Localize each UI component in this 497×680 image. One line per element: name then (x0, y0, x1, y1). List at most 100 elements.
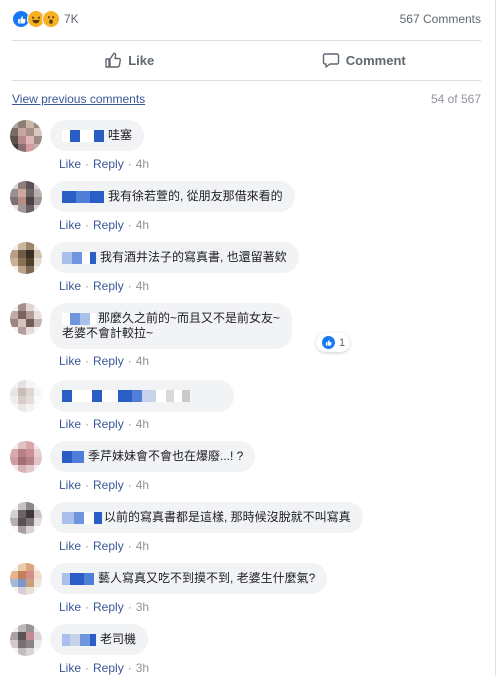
comment-bubble: 我有徐若萱的, 從朋友那借來看的 (50, 181, 295, 212)
comment-button-label: Comment (345, 52, 406, 68)
comment-like-link[interactable]: Like (59, 354, 81, 368)
comment-item: 我有徐若萱的, 從朋友那借來看的 Like · Reply · 4h (8, 181, 481, 237)
wow-icon (42, 10, 60, 28)
comment-timestamp[interactable]: 4h (136, 157, 149, 171)
action-bar: Like Comment (12, 41, 481, 79)
comment-actions: Like · Reply · 3h (59, 600, 150, 614)
like-button[interactable]: Like (12, 41, 247, 79)
comment-item: 老司機 Like · Reply · 3h (8, 624, 481, 680)
like-icon (321, 335, 336, 350)
avatar[interactable] (10, 502, 42, 534)
avatar[interactable] (10, 120, 42, 152)
like-button-label: Like (128, 52, 155, 68)
comment-reply-link[interactable]: Reply (93, 600, 124, 614)
avatar[interactable] (10, 624, 42, 656)
avatar[interactable] (10, 242, 42, 274)
comment-bubble: 我有酒井法子的寫真書, 也還留著欸 (50, 242, 299, 273)
commenter-name[interactable] (62, 312, 96, 325)
comment-text-line-2: 老婆不會計較拉~ (62, 326, 154, 340)
comment-actions: Like · Reply · 4h (59, 218, 150, 232)
comment-reply-link[interactable]: Reply (93, 478, 124, 492)
comment-like-link[interactable]: Like (59, 478, 81, 492)
comment-text: 以前的寫真書都是這樣, 那時候沒脫就不叫寫真 (104, 510, 351, 524)
comments-panel: 7K 567 Comments Like Comment View previo… (0, 0, 496, 676)
comment-actions: Like · Reply · 4h (59, 539, 150, 553)
comment-like-link[interactable]: Like (59, 600, 81, 614)
comment-text: 我有酒井法子的寫真書, 也還留著欸 (100, 250, 287, 264)
comment-bubble: 季芹妹妹會不會也在爆廢...! ? (50, 441, 256, 472)
comment-like-link[interactable]: Like (59, 279, 81, 293)
reactions-summary: 7K 567 Comments (12, 8, 481, 30)
comment-like-link[interactable]: Like (59, 539, 81, 553)
comment-reply-link[interactable]: Reply (93, 218, 124, 232)
comment-actions: Like · Reply · 4h (59, 157, 150, 171)
divider (12, 80, 481, 81)
comment-timestamp[interactable]: 4h (136, 354, 149, 368)
comment-reply-link[interactable]: Reply (93, 661, 124, 675)
comment-item: 藝人寫真又吃不到摸不到, 老婆生什麼氣? Like · Reply · 3h (8, 563, 481, 619)
commenter-name[interactable] (62, 572, 94, 585)
avatar[interactable] (10, 303, 42, 335)
avatar[interactable] (10, 563, 42, 595)
comment-item: Like · Reply · 4h (8, 380, 481, 436)
comment-item: 以前的寫真書都是這樣, 那時候沒脫就不叫寫真 Like · Reply · 4h (8, 502, 481, 558)
comment-button[interactable]: Comment (247, 41, 482, 79)
comment-bubble: 以前的寫真書都是這樣, 那時候沒脫就不叫寫真 (50, 502, 363, 533)
comment-text-line-1: 那麼久之前的~而且又不是前女友~ (98, 311, 281, 325)
comment-timestamp[interactable]: 4h (136, 478, 149, 492)
view-previous-comments-link[interactable]: View previous comments (12, 92, 145, 110)
commenter-name[interactable] (62, 633, 96, 646)
avatar[interactable] (10, 441, 42, 473)
avatar[interactable] (10, 380, 42, 412)
comment-actions: Like · Reply · 3h (59, 661, 150, 675)
comment-like-link[interactable]: Like (59, 157, 81, 171)
thumbs-up-icon (105, 52, 122, 68)
comment-reply-link[interactable]: Reply (93, 354, 124, 368)
comment-item: 我有酒井法子的寫真書, 也還留著欸 Like · Reply · 4h (8, 242, 481, 298)
comment-item: 那麼久之前的~而且又不是前女友~ 老婆不會計較拉~ 1 Like · Reply · 4… (8, 303, 481, 371)
comment-actions: Like · Reply · 4h (59, 354, 150, 368)
comment-timestamp[interactable]: 4h (136, 539, 149, 553)
comment-text: 藝人寫真又吃不到摸不到, 老婆生什麼氣? (98, 571, 316, 585)
comment-reply-link[interactable]: Reply (93, 157, 124, 171)
comment-timestamp[interactable]: 4h (136, 417, 149, 431)
comment-bubble (50, 380, 234, 412)
comment-bubble: 那麼久之前的~而且又不是前女友~ 老婆不會計較拉~ (50, 303, 293, 349)
comment-bubble: 老司機 (50, 624, 149, 655)
comment-item: 季芹妹妹會不會也在爆廢...! ? Like · Reply · 4h (8, 441, 481, 497)
comment-reaction-count: 1 (339, 336, 346, 349)
comment-text: 哇塞 (108, 128, 133, 142)
comment-like-link[interactable]: Like (59, 417, 81, 431)
comments-count[interactable]: 567 Comments (400, 12, 481, 26)
commenter-name[interactable] (62, 129, 104, 142)
reaction-count[interactable]: 7K (64, 12, 79, 26)
comment-bubble: 哇塞 (50, 120, 145, 151)
comment-reaction-badge[interactable]: 1 (316, 333, 351, 352)
comment-reply-link[interactable]: Reply (93, 279, 124, 293)
commenter-name[interactable] (62, 450, 84, 463)
comment-like-link[interactable]: Like (59, 661, 81, 675)
commenter-name[interactable] (62, 251, 96, 264)
comment-timestamp[interactable]: 3h (136, 600, 149, 614)
comment-actions: Like · Reply · 4h (59, 478, 150, 492)
commenter-name[interactable] (62, 190, 104, 203)
avatar[interactable] (10, 181, 42, 213)
commenter-name[interactable] (62, 511, 102, 524)
comment-timestamp[interactable]: 4h (136, 218, 149, 232)
comments-pager-count: 54 of 567 (430, 92, 481, 106)
comment-actions: Like · Reply · 4h (59, 279, 150, 293)
comment-text: 季芹妹妹會不會也在爆廢...! ? (88, 449, 244, 463)
comment-timestamp[interactable]: 4h (136, 279, 149, 293)
comment-reply-link[interactable]: Reply (93, 539, 124, 553)
reaction-icons[interactable]: 7K (12, 10, 79, 28)
comment-bubble: 藝人寫真又吃不到摸不到, 老婆生什麼氣? (50, 563, 328, 594)
comment-text: 老司機 (100, 632, 137, 646)
comment-text: 我有徐若萱的, 從朋友那借來看的 (108, 189, 283, 203)
commenter-name[interactable] (62, 390, 190, 402)
comment-like-link[interactable]: Like (59, 218, 81, 232)
comment-bubble-icon (322, 53, 339, 68)
comment-timestamp[interactable]: 3h (136, 661, 149, 675)
comment-reply-link[interactable]: Reply (93, 417, 124, 431)
comment-actions: Like · Reply · 4h (59, 417, 150, 431)
comment-item: 哇塞 Like · Reply · 4h (8, 120, 481, 176)
